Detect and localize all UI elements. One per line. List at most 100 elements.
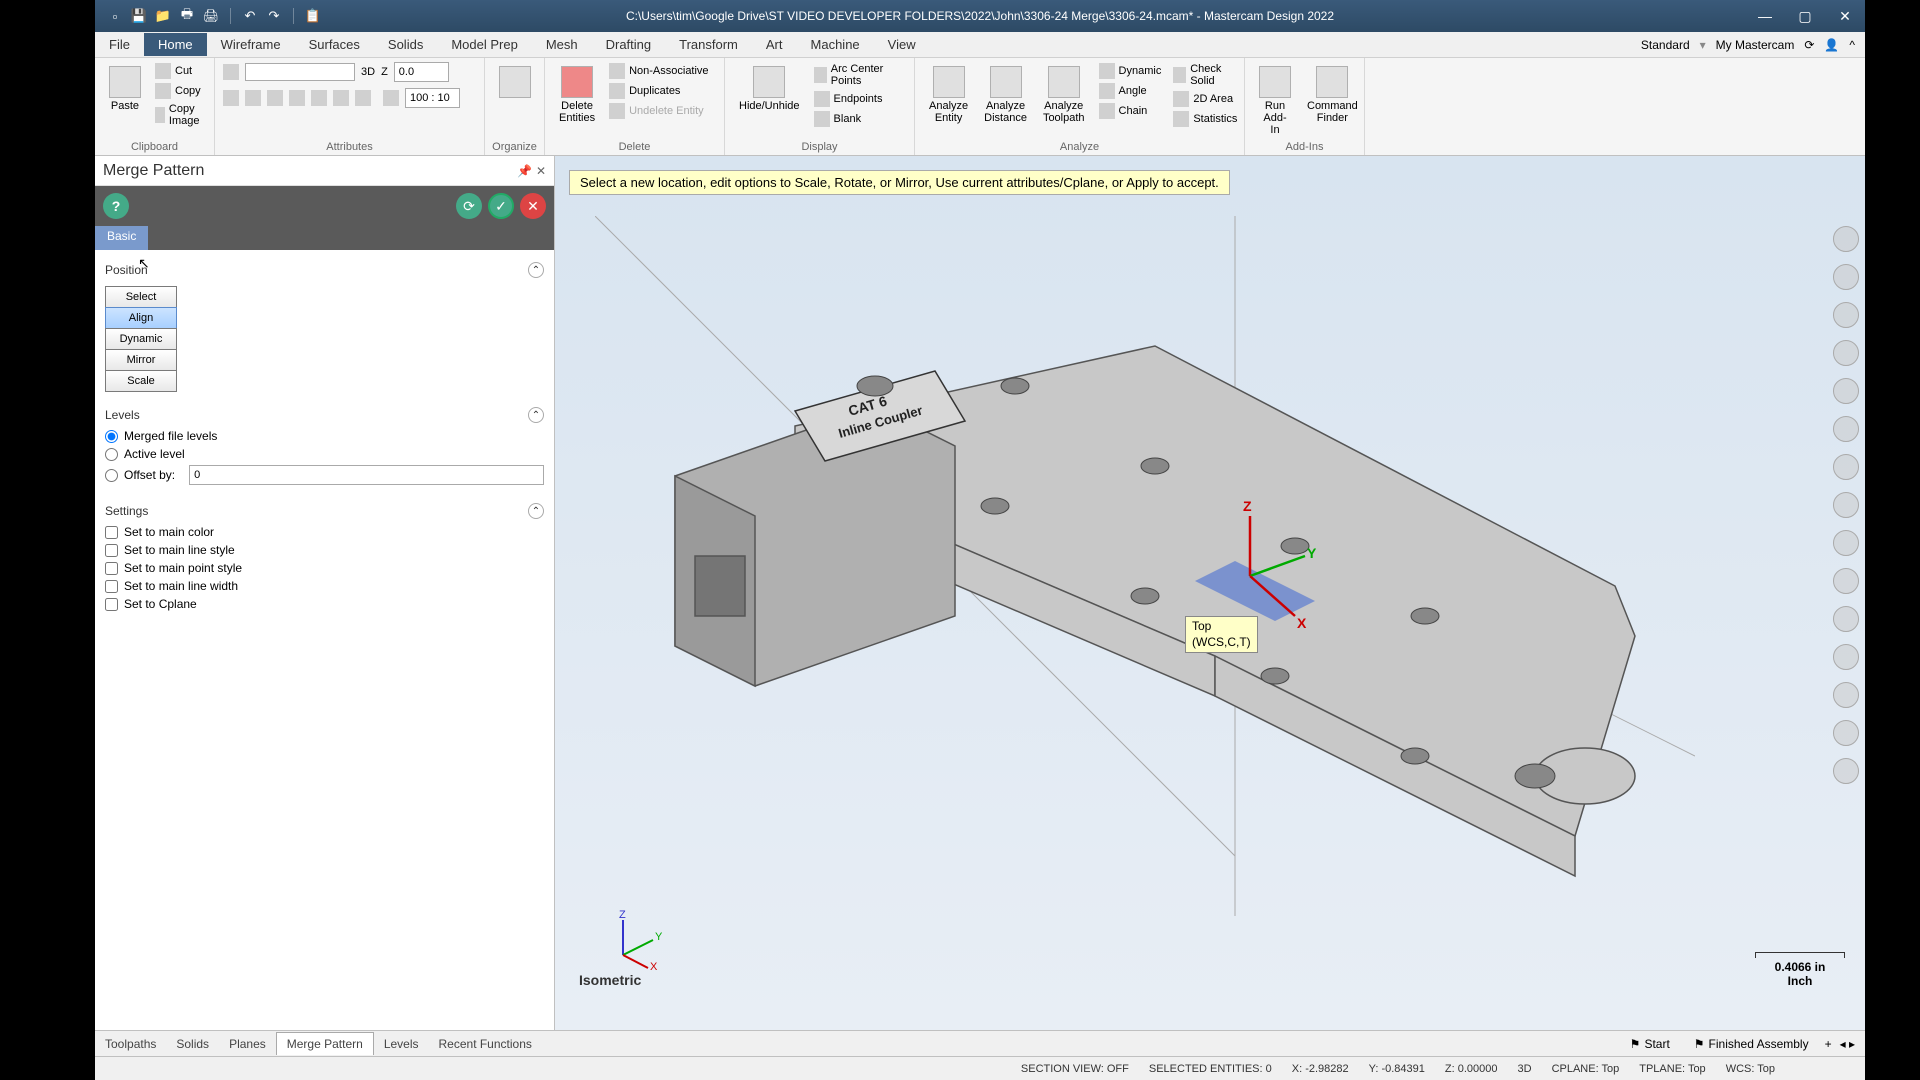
copy-button[interactable]: Copy	[151, 82, 210, 100]
finished-assembly-button[interactable]: ⚑Finished Assembly	[1686, 1035, 1817, 1053]
2d-area-button[interactable]: 2D Area	[1169, 90, 1241, 108]
rt-btn-11[interactable]	[1833, 606, 1859, 632]
check-solid-button[interactable]: Check Solid	[1169, 62, 1241, 88]
tab-mesh[interactable]: Mesh	[532, 33, 592, 56]
status-tplane[interactable]: TPLANE: Top	[1639, 1063, 1705, 1075]
non-assoc-button[interactable]: Non-Associative	[605, 62, 712, 80]
main-color-check[interactable]	[105, 526, 118, 539]
apply-button[interactable]: ⟳	[456, 193, 482, 219]
maximize-button[interactable]: ▢	[1785, 0, 1825, 32]
organize-button[interactable]	[493, 62, 537, 104]
tab-drafting[interactable]: Drafting	[592, 33, 666, 56]
tab-art[interactable]: Art	[752, 33, 797, 56]
dynamic-pos-button[interactable]: Dynamic	[105, 328, 177, 350]
z-input[interactable]	[394, 62, 449, 82]
bottom-tab-toolpaths[interactable]: Toolpaths	[95, 1033, 166, 1055]
tab-surfaces[interactable]: Surfaces	[295, 33, 374, 56]
rt-btn-8[interactable]	[1833, 492, 1859, 518]
statistics-button[interactable]: Statistics	[1169, 110, 1241, 128]
paste-button[interactable]: Paste	[103, 62, 147, 116]
chain-button[interactable]: Chain	[1095, 102, 1166, 120]
collapse-icon[interactable]: ⌃	[528, 262, 544, 278]
angle-button[interactable]: Angle	[1095, 82, 1166, 100]
bottom-tab-planes[interactable]: Planes	[219, 1033, 276, 1055]
rt-btn-9[interactable]	[1833, 530, 1859, 556]
rt-btn-13[interactable]	[1833, 682, 1859, 708]
rt-btn-10[interactable]	[1833, 568, 1859, 594]
merged-levels-radio[interactable]	[105, 430, 118, 443]
rt-btn-14[interactable]	[1833, 720, 1859, 746]
start-button[interactable]: ⚑Start	[1622, 1035, 1678, 1053]
align-button[interactable]: Align	[105, 307, 177, 329]
rt-btn-4[interactable]	[1833, 340, 1859, 366]
tab-transform[interactable]: Transform	[665, 33, 752, 56]
panel-close-button[interactable]: ✕	[536, 164, 546, 178]
main-line-width-check[interactable]	[105, 580, 118, 593]
my-mastercam-label[interactable]: My Mastercam	[1716, 38, 1795, 52]
hide-unhide-button[interactable]: Hide/Unhide	[733, 62, 806, 116]
arc-center-button[interactable]: Arc Center Points	[810, 62, 906, 88]
attr3-icon[interactable]	[267, 90, 283, 106]
bottom-tab-levels[interactable]: Levels	[374, 1033, 429, 1055]
duplicates-button[interactable]: Duplicates	[605, 82, 712, 100]
status-mode[interactable]: 3D	[1518, 1063, 1532, 1075]
panel-tab-basic[interactable]: Basic	[95, 226, 148, 250]
line-style-select[interactable]	[245, 63, 355, 81]
ok-button[interactable]: ✓	[488, 193, 514, 219]
run-addin-button[interactable]: Run Add-In	[1253, 62, 1297, 140]
attr6-icon[interactable]	[333, 90, 349, 106]
status-cplane[interactable]: CPLANE: Top	[1552, 1063, 1620, 1075]
viewport[interactable]: Select a new location, edit options to S…	[555, 156, 1865, 1030]
analyze-distance-button[interactable]: Analyze Distance	[978, 62, 1033, 128]
section-view-status[interactable]: SECTION VIEW: OFF	[1021, 1063, 1129, 1075]
rt-btn-3[interactable]	[1833, 302, 1859, 328]
rt-btn-2[interactable]	[1833, 264, 1859, 290]
command-finder-button[interactable]: Command Finder	[1301, 62, 1364, 128]
undo-icon[interactable]: ↶	[242, 8, 258, 24]
main-point-style-check[interactable]	[105, 562, 118, 575]
tab-machine[interactable]: Machine	[797, 33, 874, 56]
offset-input[interactable]	[189, 465, 544, 485]
position-section-header[interactable]: Position ⌃	[105, 258, 544, 282]
rt-btn-5[interactable]	[1833, 378, 1859, 404]
tab-model-prep[interactable]: Model Prep	[437, 33, 531, 56]
delete-entities-button[interactable]: Delete Entities	[553, 62, 601, 128]
save-icon[interactable]: 💾	[131, 8, 147, 24]
sync-icon[interactable]: ⟳	[1804, 38, 1814, 52]
close-button[interactable]: ✕	[1825, 0, 1865, 32]
levels-section-header[interactable]: Levels ⌃	[105, 403, 544, 427]
endpoints-button[interactable]: Endpoints	[810, 90, 906, 108]
dynamic-button[interactable]: Dynamic	[1095, 62, 1166, 80]
rt-btn-1[interactable]	[1833, 226, 1859, 252]
main-line-style-check[interactable]	[105, 544, 118, 557]
bottom-tab-recent[interactable]: Recent Functions	[429, 1033, 542, 1055]
line-style-icon[interactable]	[223, 64, 239, 80]
mirror-button[interactable]: Mirror	[105, 349, 177, 371]
user-icon[interactable]: 👤	[1824, 38, 1839, 52]
status-wcs[interactable]: WCS: Top	[1726, 1063, 1775, 1075]
analyze-entity-button[interactable]: Analyze Entity	[923, 62, 974, 128]
attr4-icon[interactable]	[289, 90, 305, 106]
active-level-radio[interactable]	[105, 448, 118, 461]
rt-btn-15[interactable]	[1833, 758, 1859, 784]
copy-image-button[interactable]: Copy Image	[151, 102, 210, 128]
mode-3d-label[interactable]: 3D	[361, 66, 375, 78]
tab-home[interactable]: Home	[144, 33, 207, 56]
chevron-up-icon[interactable]: ^	[1849, 38, 1855, 52]
select-button[interactable]: Select	[105, 286, 177, 308]
pin-icon[interactable]: 📌	[517, 164, 532, 178]
level-icon[interactable]	[383, 90, 399, 106]
redo-icon[interactable]: ↷	[266, 8, 282, 24]
print2-icon[interactable]: 🖨	[203, 8, 219, 24]
undelete-button[interactable]: Undelete Entity	[605, 102, 712, 120]
color-icon[interactable]	[223, 90, 239, 106]
rt-btn-7[interactable]	[1833, 454, 1859, 480]
help-button[interactable]: ?	[103, 193, 129, 219]
color2-icon[interactable]	[245, 90, 261, 106]
attr7-icon[interactable]	[355, 90, 371, 106]
collapse-icon[interactable]: ⌃	[528, 407, 544, 423]
add-view-button[interactable]: +	[1825, 1037, 1832, 1051]
tab-wireframe[interactable]: Wireframe	[207, 33, 295, 56]
blank-button[interactable]: Blank	[810, 110, 906, 128]
print-icon[interactable]: 🖶	[179, 8, 195, 24]
